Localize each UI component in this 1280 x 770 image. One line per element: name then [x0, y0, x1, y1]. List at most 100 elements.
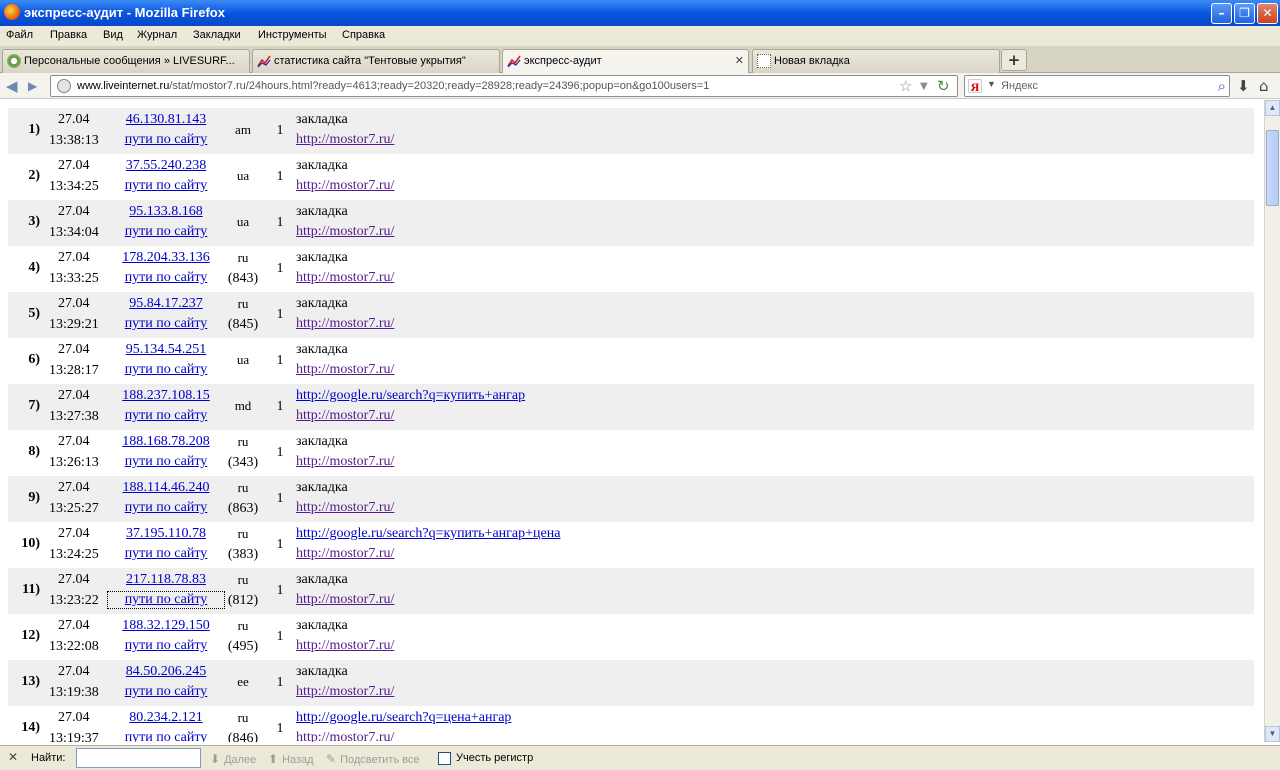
- match-case-checkbox[interactable]: [438, 752, 451, 765]
- table-row: 10) 27.04 13:24:25 37.195.110.78 пути по сай…: [8, 522, 1254, 568]
- ip-address-link[interactable]: 37.195.110.78: [108, 526, 224, 542]
- find-prev-button[interactable]: ⬆ Назад: [268, 752, 314, 766]
- search-box[interactable]: Я ▼ Яндекс ⌕: [964, 75, 1230, 97]
- country-code: ru: [237, 434, 249, 449]
- landing-page-link[interactable]: http://mostor7.ru/: [296, 316, 394, 332]
- search-engine-dropdown-icon[interactable]: ▼: [987, 79, 996, 89]
- ip-address-link[interactable]: 188.114.46.240: [108, 480, 224, 496]
- firefox-logo-icon: [4, 4, 20, 20]
- referrer-link[interactable]: http://google.ru/search?q=купить+ангар+ц…: [296, 526, 560, 542]
- ip-address-link[interactable]: 95.133.8.168: [108, 204, 224, 220]
- ip-address-link[interactable]: 80.234.2.121: [108, 710, 224, 726]
- site-paths-link[interactable]: пути по сайту: [108, 546, 224, 562]
- new-tab-button[interactable]: +: [1001, 49, 1027, 71]
- bookmark-star-icon[interactable]: ☆: [899, 77, 912, 95]
- visit-date: 27.04: [58, 572, 90, 587]
- ip-address-link[interactable]: 95.134.54.251: [108, 342, 224, 358]
- ip-address-link[interactable]: 178.204.33.136: [108, 250, 224, 266]
- site-paths-link[interactable]: пути по сайту: [108, 132, 224, 148]
- close-tab-icon[interactable]: ✕: [735, 54, 744, 67]
- tab-express-audit[interactable]: экспресс-аудит ✕: [502, 49, 749, 74]
- site-paths-link[interactable]: пути по сайту: [108, 224, 224, 240]
- visit-count: (843): [227, 271, 259, 286]
- landing-page-link[interactable]: http://mostor7.ru/: [296, 454, 394, 470]
- landing-page-link[interactable]: http://mostor7.ru/: [296, 546, 394, 562]
- forward-arrow-icon[interactable]: ▶: [28, 79, 37, 93]
- menu-bookmarks[interactable]: Закладки: [193, 29, 241, 41]
- menu-file[interactable]: Файл: [6, 29, 33, 41]
- site-paths-link[interactable]: пути по сайту: [108, 362, 224, 378]
- scroll-thumb[interactable]: [1266, 130, 1279, 206]
- downloads-icon[interactable]: ⬇: [1237, 77, 1250, 95]
- site-paths-link[interactable]: пути по сайту: [108, 684, 224, 700]
- landing-page-link[interactable]: http://mostor7.ru/: [296, 132, 394, 148]
- find-input[interactable]: [76, 748, 201, 768]
- ip-address-link[interactable]: 95.84.17.237: [108, 296, 224, 312]
- ip-address-link[interactable]: 188.32.129.150: [108, 618, 224, 634]
- ip-address-link[interactable]: 188.237.108.15: [108, 388, 224, 404]
- site-paths-link[interactable]: пути по сайту: [108, 270, 224, 286]
- menu-view[interactable]: Вид: [103, 29, 123, 41]
- landing-page-link[interactable]: http://mostor7.ru/: [296, 684, 394, 700]
- ip-address-link[interactable]: 46.130.81.143: [108, 112, 224, 128]
- vertical-scrollbar[interactable]: ▲ ▼: [1264, 100, 1280, 742]
- landing-page-link[interactable]: http://mostor7.ru/: [296, 638, 394, 654]
- menu-help[interactable]: Справка: [342, 29, 385, 41]
- maximize-button[interactable]: ❐: [1234, 3, 1255, 24]
- yandex-engine-icon[interactable]: Я: [968, 79, 982, 94]
- tab-label: статистика сайта "Тентовые укрытия": [274, 55, 466, 67]
- tab-new[interactable]: Новая вкладка: [752, 49, 1000, 73]
- site-paths-link[interactable]: пути по сайту: [108, 178, 224, 194]
- menu-history[interactable]: Журнал: [137, 29, 177, 41]
- landing-page-link[interactable]: http://mostor7.ru/: [296, 224, 394, 240]
- search-input[interactable]: Яндекс: [1001, 80, 1038, 92]
- country-code: ru: [237, 250, 249, 265]
- menu-edit[interactable]: Правка: [50, 29, 87, 41]
- site-paths-link[interactable]: пути по сайту: [108, 500, 224, 516]
- highlight-all-button[interactable]: ✎ Подсветить все: [326, 752, 420, 766]
- landing-page-link[interactable]: http://mostor7.ru/: [296, 362, 394, 378]
- close-find-bar-icon[interactable]: ✕: [8, 750, 18, 764]
- tab-stats[interactable]: статистика сайта "Тентовые укрытия": [252, 49, 500, 73]
- site-paths-link[interactable]: пути по сайту: [108, 730, 224, 742]
- country-code: ua: [236, 214, 250, 229]
- scroll-down-icon[interactable]: ▼: [1265, 726, 1280, 742]
- landing-page-link[interactable]: http://mostor7.ru/: [296, 500, 394, 516]
- ip-address-link[interactable]: 84.50.206.245: [108, 664, 224, 680]
- landing-page-link[interactable]: http://mostor7.ru/: [296, 592, 394, 608]
- close-window-button[interactable]: ✕: [1257, 3, 1278, 24]
- landing-page-link[interactable]: http://mostor7.ru/: [296, 408, 394, 424]
- reload-icon[interactable]: ↻: [937, 77, 950, 95]
- site-paths-link[interactable]: пути по сайту: [108, 454, 224, 470]
- site-identity-icon[interactable]: [57, 79, 71, 93]
- url-bar[interactable]: www.liveinternet.ru/stat/mostor7.ru/24ho…: [50, 75, 958, 97]
- find-next-button[interactable]: ⬇ Далее: [210, 752, 256, 766]
- ip-address-link[interactable]: 188.168.78.208: [108, 434, 224, 450]
- visit-date: 27.04: [58, 526, 90, 541]
- chart-favicon-icon: [257, 55, 271, 68]
- landing-page-link[interactable]: http://mostor7.ru/: [296, 730, 394, 742]
- site-paths-link[interactable]: пути по сайту: [107, 591, 225, 609]
- minimize-button[interactable]: –: [1211, 3, 1232, 24]
- home-icon[interactable]: ⌂: [1259, 77, 1269, 95]
- landing-page-link[interactable]: http://mostor7.ru/: [296, 178, 394, 194]
- tab-livesurf[interactable]: Персональные сообщения » LIVESURF...: [2, 49, 250, 73]
- ip-address-link[interactable]: 217.118.78.83: [108, 572, 224, 588]
- site-paths-link[interactable]: пути по сайту: [108, 408, 224, 424]
- ip-address-link[interactable]: 37.55.240.238: [108, 158, 224, 174]
- hit-count: 1: [276, 353, 284, 368]
- hit-count: 1: [276, 261, 284, 276]
- referrer-link[interactable]: http://google.ru/search?q=цена+ангар: [296, 710, 511, 726]
- search-icon[interactable]: ⌕: [1218, 77, 1226, 95]
- visit-time: 13:19:38: [49, 685, 99, 700]
- referrer-text: закладка: [296, 158, 348, 173]
- scroll-up-icon[interactable]: ▲: [1265, 100, 1280, 116]
- visit-date: 27.04: [58, 388, 90, 403]
- site-paths-link[interactable]: пути по сайту: [108, 316, 224, 332]
- landing-page-link[interactable]: http://mostor7.ru/: [296, 270, 394, 286]
- referrer-link[interactable]: http://google.ru/search?q=купить+ангар: [296, 388, 525, 404]
- back-arrow-icon[interactable]: ◀: [6, 77, 18, 95]
- site-paths-link[interactable]: пути по сайту: [108, 638, 224, 654]
- url-dropdown-icon[interactable]: ▼: [920, 81, 928, 92]
- menu-tools[interactable]: Инструменты: [258, 29, 327, 41]
